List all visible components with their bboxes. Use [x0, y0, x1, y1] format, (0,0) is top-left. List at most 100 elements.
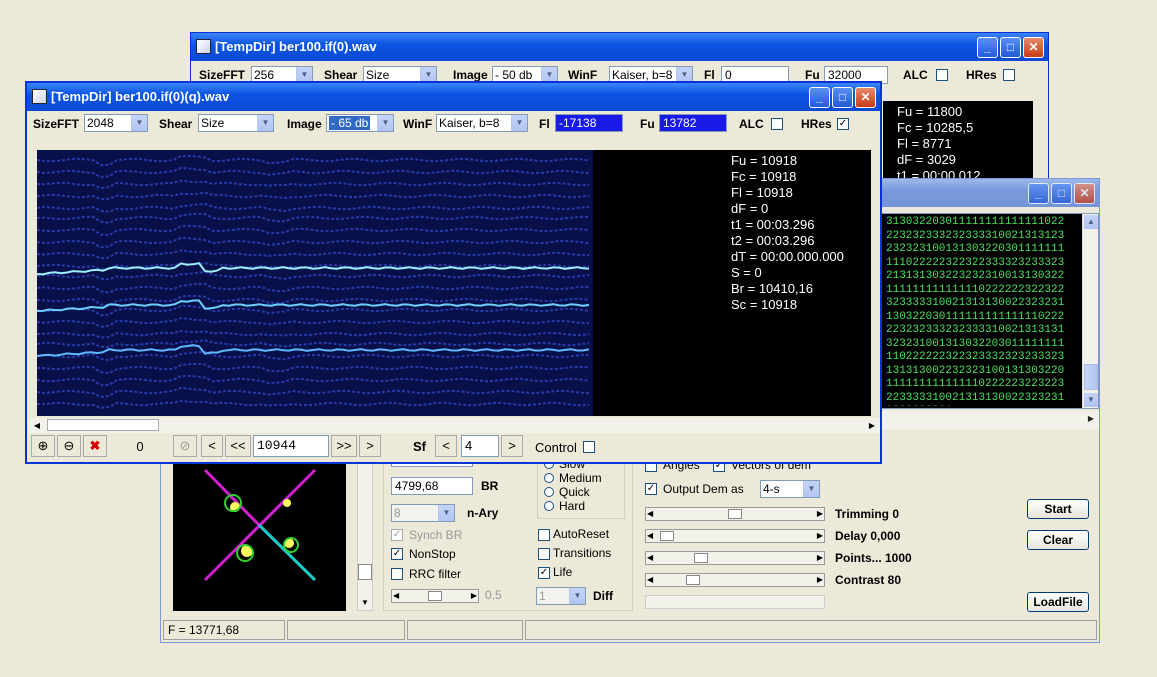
alc-checkbox[interactable] [936, 69, 948, 81]
autoreset-checkbox[interactable] [538, 529, 550, 541]
step-forward-button[interactable]: > [359, 435, 381, 457]
scroll-right-icon[interactable]: ▶ [817, 508, 823, 520]
speed-radio-quick[interactable] [544, 487, 554, 497]
fu-field[interactable]: 13782 [659, 114, 727, 132]
diff-label: Diff [593, 589, 613, 603]
transitions-label: Transitions [553, 546, 612, 560]
maximize-icon[interactable]: □ [1000, 37, 1021, 58]
transitions-checkbox[interactable] [538, 548, 550, 560]
scroll-right-icon[interactable]: ▶ [865, 419, 879, 432]
minimize-icon[interactable]: _ [977, 37, 998, 58]
synch-br-label: Synch BR [409, 528, 463, 542]
scroll-thumb[interactable] [1084, 364, 1098, 390]
speed-label-medium: Medium [559, 471, 602, 485]
points-slider[interactable]: ◀ ▶ [645, 551, 825, 565]
scroll-left-icon[interactable]: ◀ [647, 508, 653, 520]
start-button[interactable]: Start [1027, 499, 1089, 519]
control-checkbox[interactable] [583, 441, 595, 453]
scroll-left-icon[interactable]: ◀ [647, 530, 653, 542]
life-checkbox[interactable]: ✓ [538, 567, 550, 579]
scroll-thumb[interactable] [358, 564, 372, 580]
scroll-down-icon[interactable]: ▼ [358, 596, 372, 610]
image-label: Image [453, 68, 488, 82]
slider-thumb[interactable] [686, 575, 700, 585]
speed-radio-medium[interactable] [544, 473, 554, 483]
delay-slider[interactable]: ◀ ▶ [645, 529, 825, 543]
image-select[interactable]: - 65 db ▼ [326, 114, 394, 132]
sizefft-select[interactable]: 2048 ▼ [84, 114, 148, 132]
slider-thumb[interactable] [694, 553, 708, 563]
scroll-right-icon[interactable]: ▶ [817, 574, 823, 586]
speed-radio-hard[interactable] [544, 501, 554, 511]
clear-button[interactable]: Clear [1027, 530, 1089, 550]
nonstop-checkbox[interactable]: ✓ [391, 548, 403, 560]
contrast-slider[interactable]: ◀ ▶ [645, 573, 825, 587]
scroll-right-icon[interactable]: ▶ [471, 590, 477, 602]
nary-select[interactable]: 8 ▼ [391, 504, 455, 522]
position-field[interactable]: 10944 [253, 435, 329, 457]
step-decrease-button[interactable]: < [435, 435, 457, 457]
rrc-filter-checkbox[interactable] [391, 568, 403, 580]
spectrogram-background [37, 150, 593, 416]
slider-thumb[interactable] [660, 531, 674, 541]
winf-select[interactable]: Kaiser, b=8 ▼ [436, 114, 528, 132]
fast-forward-button[interactable]: >> [331, 435, 357, 457]
maximize-icon[interactable]: □ [1051, 183, 1072, 204]
step-field[interactable]: 4 [461, 435, 499, 457]
minimize-icon[interactable]: _ [1028, 183, 1049, 204]
spectrogram-hscrollbar[interactable]: ◀ ▶ [29, 418, 880, 433]
bits-line: 131313002232323100131303220 [886, 364, 1065, 377]
fl-field[interactable]: -17138 [555, 114, 623, 132]
trimming-slider[interactable]: ◀ ▶ [645, 507, 825, 521]
zoom-in-icon[interactable]: ⊕ [31, 435, 55, 457]
scroll-up-icon[interactable]: ▲ [1084, 215, 1098, 229]
step-back-button[interactable]: < [201, 435, 223, 457]
minimize-icon[interactable]: _ [809, 87, 830, 108]
alc-checkbox[interactable] [771, 118, 783, 130]
fast-back-button[interactable]: << [225, 435, 251, 457]
scroll-right-icon[interactable]: ▶ [817, 552, 823, 564]
hres-checkbox[interactable] [1003, 69, 1015, 81]
output-dem-select[interactable]: 4-s ▼ [760, 480, 820, 498]
maximize-icon[interactable]: □ [832, 87, 853, 108]
front-window-titlebar[interactable]: [TempDir] ber100.if(0)(q).wav _ □ ✕ [27, 83, 880, 111]
constellation-scrollbar[interactable]: ▼ [357, 463, 373, 611]
scroll-left-icon[interactable]: ◀ [647, 574, 653, 586]
synch-br-checkbox[interactable]: ✓ [391, 529, 403, 541]
bits-text-area[interactable]: 313032203011111111111111022 2232323332323… [881, 213, 1099, 409]
scroll-down-icon[interactable]: ▼ [1084, 393, 1098, 407]
scroll-right-icon[interactable]: ▶ [1084, 412, 1098, 426]
close-icon[interactable]: ✕ [1023, 37, 1044, 58]
br-field[interactable]: 4799,68 [391, 477, 473, 495]
slider-thumb[interactable] [428, 591, 442, 601]
shear-select[interactable]: Size ▼ [198, 114, 274, 132]
step-increase-button[interactable]: > [501, 435, 523, 457]
scroll-left-icon[interactable]: ◀ [30, 419, 44, 432]
chevron-down-icon: ▼ [257, 115, 273, 131]
back-window-title: [TempDir] ber100.if(0).wav [215, 39, 377, 54]
output-dem-checkbox[interactable]: ✓ [645, 483, 657, 495]
close-icon[interactable]: ✕ [855, 87, 876, 108]
slider-thumb[interactable] [728, 509, 742, 519]
bits-scrollbar[interactable]: ▲ ▼ [1082, 214, 1098, 408]
diff-select[interactable]: 1 ▼ [536, 587, 586, 605]
back-window-titlebar[interactable]: [TempDir] ber100.if(0).wav _ □ ✕ [191, 33, 1048, 61]
readout-t2: t2 = 00:03.296 [731, 233, 815, 248]
rolloff-slider[interactable]: ◀ ▶ [391, 589, 479, 603]
scroll-left-icon[interactable]: ◀ [647, 552, 653, 564]
close-icon[interactable]: ✕ [1074, 183, 1095, 204]
scroll-right-icon[interactable]: ▶ [817, 530, 823, 542]
delete-icon[interactable]: ✖ [83, 435, 107, 457]
main-hscrollbar[interactable]: ▶ [881, 411, 1099, 429]
stop-icon[interactable]: ⊘ [173, 435, 197, 457]
spectrogram-display[interactable]: Fu = 10918 Fc = 10918 Fl = 10918 dF = 0 … [36, 150, 871, 416]
scroll-left-icon[interactable]: ◀ [393, 590, 399, 602]
zoom-out-icon[interactable]: ⊖ [57, 435, 81, 457]
bits-text: 313032203011111111111111022 2232323332323… [886, 216, 1078, 406]
scroll-thumb[interactable] [47, 419, 159, 431]
app-icon [196, 39, 211, 54]
loadfile-button[interactable]: LoadFile [1027, 592, 1089, 612]
demodulator-titlebar[interactable]: _ □ ✕ [881, 179, 1099, 207]
readout-t1: t1 = 00:03.296 [731, 217, 815, 232]
hres-checkbox[interactable]: ✓ [837, 118, 849, 130]
